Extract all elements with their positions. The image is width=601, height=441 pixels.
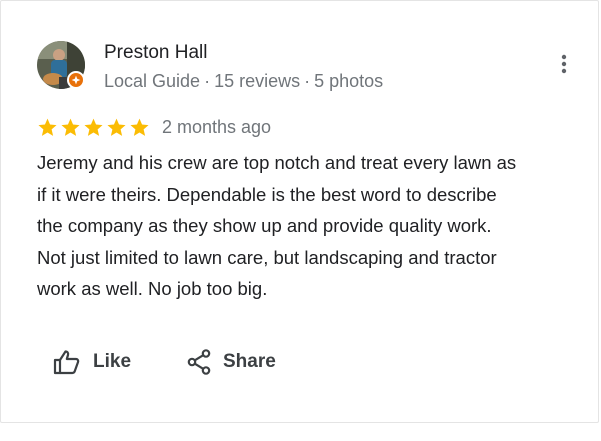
share-button[interactable]: Share (187, 343, 276, 381)
star-icon (61, 118, 80, 136)
thumbs-up-icon (53, 350, 80, 375)
star-icon (38, 118, 57, 136)
review-text-line: the company as they show up and provide … (37, 215, 492, 236)
reviewer-meta[interactable]: Local Guide · 15 reviews · 5 photos (104, 69, 383, 93)
local-guide-label: Local Guide (104, 71, 201, 91)
meta-separator: · (304, 71, 311, 91)
rating-row: 2 months ago (37, 115, 271, 139)
like-button[interactable]: Like (53, 343, 131, 381)
review-count: 15 reviews (214, 71, 301, 91)
like-label: Like (93, 351, 132, 372)
review-text-line: if it were theirs. Dependable is the bes… (37, 183, 497, 205)
photo-count: 5 photos (314, 71, 384, 91)
review-card: Preston Hall Local Guide · 15 reviews · 5 ph… (0, 0, 599, 423)
reviewer-name[interactable]: Preston Hall (104, 41, 208, 65)
share-icon (187, 349, 211, 375)
star-icon (130, 118, 149, 136)
more-options-button[interactable] (549, 49, 579, 79)
star-rating (37, 117, 150, 138)
star-icon (84, 118, 103, 136)
review-text-line: Jeremy and his crew are top notch and tr… (37, 152, 517, 173)
local-guide-badge-icon (67, 71, 85, 89)
star-icon (107, 118, 126, 136)
more-vert-icon (561, 54, 567, 74)
review-text-line: Not just limited to lawn care, but lands… (37, 246, 497, 268)
meta-separator: · (204, 71, 211, 91)
review-date: 2 months ago (162, 116, 272, 137)
review-text: Jeremy and his crew are top notch and tr… (37, 147, 585, 305)
review-text-line: work as well. No job too big. (37, 278, 268, 299)
share-label: Share (223, 351, 276, 372)
